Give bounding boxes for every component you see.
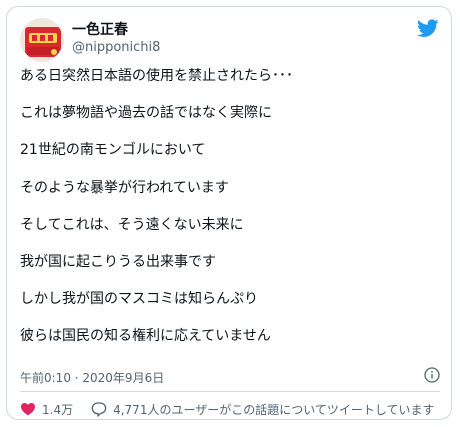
info-icon[interactable] (424, 367, 440, 383)
avatar[interactable] (20, 18, 64, 62)
tweet-line: そしてこれは、そう遠くない未来に (20, 216, 244, 233)
tweet-line: しかし我が国のマスコミは知らんぷり (20, 291, 258, 308)
tweet-line: 21世紀の南モンゴルにおいて (20, 142, 206, 159)
author-handle[interactable]: @nipponichi8 (72, 39, 160, 57)
divider (20, 391, 440, 392)
conversation-link[interactable]: 4,771人のユーザーがこの話題についてツイートしています (91, 401, 435, 418)
tweet-line: そのような暴挙が行われています (20, 179, 229, 196)
tweet-body: ある日突然日本語の使用を禁止されたら･･･ これは夢物語や過去の話ではなく実際に… (20, 67, 440, 345)
author-display-name[interactable]: 一色正春 (72, 21, 160, 39)
tweet-line: これは夢物語や過去の話ではなく実際に (20, 105, 272, 122)
speech-bubble-icon (91, 402, 107, 417)
conversation-text: 4,771人のユーザーがこの話題についてツイートしています (113, 402, 435, 417)
tweet-line: 彼らは国民の知る権利に応えていません (20, 328, 271, 345)
twitter-bird-icon[interactable] (417, 19, 439, 38)
tweet-timestamp[interactable]: 午前0:10 · 2020年9月6日 (20, 371, 164, 385)
tweet-line: 我が国に起こりうる出来事です (20, 253, 216, 270)
heart-icon (21, 403, 35, 416)
like-count: 1.4万 (42, 402, 74, 417)
tweet-card[interactable]: 一色正春 @nipponichi8 ある日突然日本語の使用を禁止されたら･･･ … (6, 6, 452, 420)
like-button[interactable]: 1.4万 (20, 401, 73, 418)
tweet-line: ある日突然日本語の使用を禁止されたら･･･ (20, 68, 293, 84)
avatar-image (21, 19, 63, 61)
